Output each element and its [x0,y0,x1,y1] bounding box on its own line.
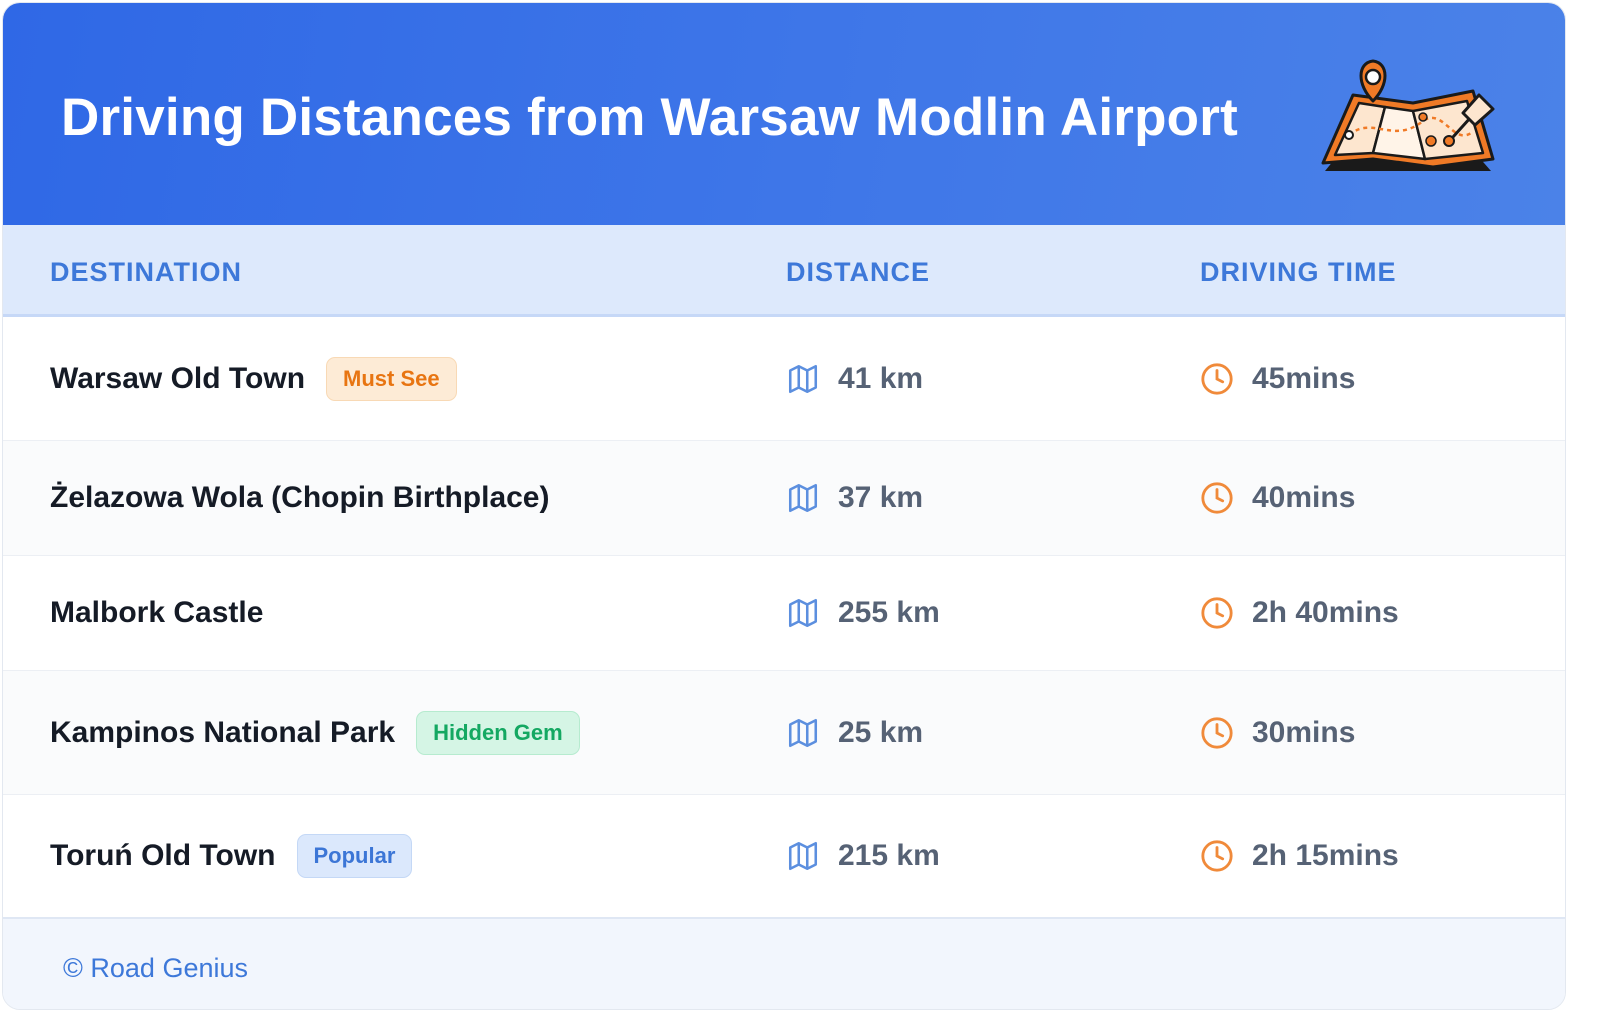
header-banner: Driving Distances from Warsaw Modlin Air… [3,3,1565,225]
table-row: Malbork Castle 255 km 2h 40mins [3,556,1565,671]
destination-name: Toruń Old Town [50,839,276,872]
distance-card: Driving Distances from Warsaw Modlin Air… [2,2,1566,1010]
destination-cell: Warsaw Old Town Must See [50,356,457,401]
column-header-distance: DISTANCE [786,257,931,287]
column-header-destination: DESTINATION [50,257,242,287]
badge-must-see: Must See [326,356,457,401]
distance-cell: 255 km [786,596,940,630]
map-icon [788,598,818,628]
distance-cell: 25 km [786,716,923,750]
destination-name: Warsaw Old Town [50,361,306,395]
badge-hidden-gem: Hidden Gem [416,710,580,755]
distance-cell: 215 km [786,839,940,873]
distance-value: 37 km [838,481,924,514]
time-cell: 2h 15mins [1200,839,1399,873]
footer-credit: © Road Genius [63,953,248,983]
destination-cell: Kampinos National Park Hidden Gem [50,710,580,755]
distance-value: 41 km [838,361,924,395]
time-value: 30mins [1252,715,1356,749]
clock-icon [1201,362,1233,395]
time-cell: 40mins [1200,481,1355,515]
time-value: 40mins [1252,481,1356,514]
table-row: Warsaw Old Town Must See 41 km 45mins [3,317,1565,441]
destination-name: Żelazowa Wola (Chopin Birthplace) [50,481,550,514]
footer: © Road Genius [3,917,1565,1009]
map-icon [788,718,818,747]
destination-cell: Toruń Old Town Popular [50,834,413,878]
distance-cell: 41 km [786,362,923,396]
map-icon [788,483,818,513]
time-value: 45mins [1252,361,1356,395]
time-cell: 30mins [1200,716,1355,750]
distance-value: 215 km [838,839,940,872]
destination-cell: Malbork Castle [50,596,263,630]
table-row: Żelazowa Wola (Chopin Birthplace) 37 km … [3,441,1565,556]
clock-icon [1201,482,1233,514]
map-icon [788,841,818,871]
distance-cell: 37 km [786,481,923,515]
destination-name: Malbork Castle [50,596,264,629]
distance-value: 255 km [838,596,940,629]
time-value: 2h 40mins [1252,596,1399,629]
clock-icon [1201,597,1233,629]
page-title: Driving Distances from Warsaw Modlin Air… [61,88,1238,147]
clock-icon [1201,840,1233,872]
table-row: Kampinos National Park Hidden Gem 25 km … [3,671,1565,795]
table-row: Toruń Old Town Popular 215 km 2h 15mins [3,795,1565,917]
destination-cell: Żelazowa Wola (Chopin Birthplace) [50,481,549,515]
table-header: DESTINATION DISTANCE DRIVING TIME [3,225,1565,317]
column-header-driving-time: DRIVING TIME [1200,257,1397,287]
time-value: 2h 15mins [1252,839,1399,872]
distance-value: 25 km [838,715,924,749]
map-icon [788,364,818,393]
map-with-pins-icon [1321,59,1495,171]
time-cell: 45mins [1200,362,1355,396]
clock-icon [1201,716,1233,749]
destination-name: Kampinos National Park [50,715,396,749]
badge-popular: Popular [296,834,413,878]
time-cell: 2h 40mins [1200,596,1399,630]
